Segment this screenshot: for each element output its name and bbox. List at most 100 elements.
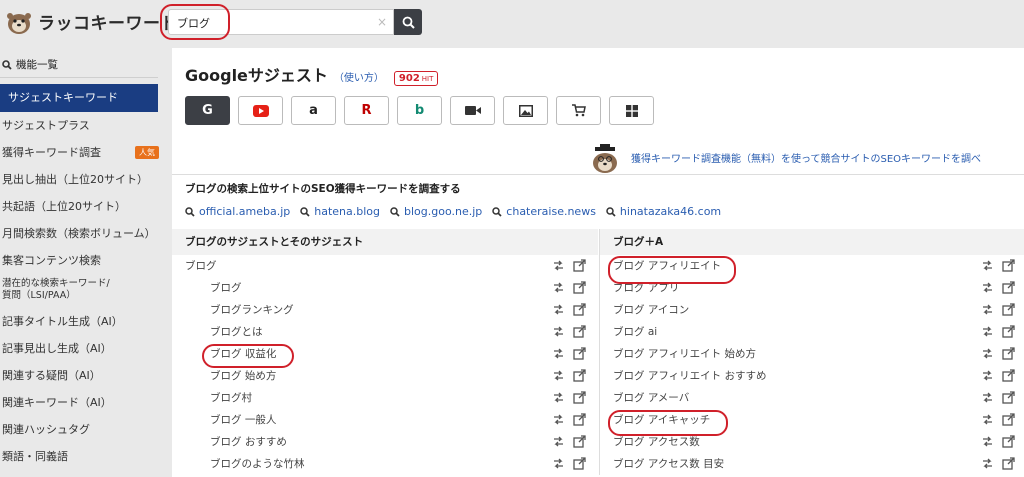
suggest-row[interactable]: ブログ アメーバ [600, 387, 1024, 409]
engine-bing[interactable]: b [397, 96, 442, 125]
expand-suggest-icon[interactable] [981, 325, 994, 338]
open-external-icon[interactable] [573, 259, 586, 272]
expand-suggest-icon[interactable] [552, 347, 565, 360]
suggest-row[interactable]: ブログとは [172, 321, 598, 343]
open-external-icon[interactable] [1002, 457, 1015, 470]
sidebar-item-synonyms[interactable]: 類語・同義語 [0, 443, 172, 470]
suggest-row[interactable]: ブログ [172, 255, 598, 277]
expand-suggest-icon[interactable] [981, 457, 994, 470]
open-external-icon[interactable] [573, 281, 586, 294]
expand-suggest-icon[interactable] [981, 303, 994, 316]
site-link[interactable]: chateraise.news [492, 205, 596, 218]
otter-mascot-icon [7, 13, 31, 34]
engine-rakuten[interactable]: R [344, 96, 389, 125]
suggest-keyword: ブログ [185, 260, 217, 272]
logo[interactable]: ラッコキーワード [0, 6, 178, 36]
promo-banner[interactable]: 獲得キーワード調査機能（無料）を使って競合サイトのSEOキーワードを調べ [587, 140, 981, 174]
search-button[interactable] [394, 9, 422, 35]
open-external-icon[interactable] [1002, 435, 1015, 448]
open-external-icon[interactable] [1002, 325, 1015, 338]
expand-suggest-icon[interactable] [552, 259, 565, 272]
suggest-row[interactable]: ブログ アフィリエイト 始め方 [600, 343, 1024, 365]
open-external-icon[interactable] [573, 303, 586, 316]
suggest-row[interactable]: ブログのような竹林 [172, 453, 598, 475]
sidebar-item-search-volume[interactable]: 月間検索数（検索ボリューム） [0, 220, 172, 247]
suggest-row[interactable]: ブログ アフィリエイト [600, 255, 1024, 277]
suggest-row[interactable]: ブログ アイキャッチ [600, 409, 1024, 431]
sidebar-item-label: サジェストプラス [2, 119, 90, 132]
usage-link[interactable]: （使い方） [334, 69, 384, 84]
expand-suggest-icon[interactable] [552, 369, 565, 382]
expand-suggest-icon[interactable] [981, 281, 994, 294]
sidebar-item-content-search[interactable]: 集客コンテンツ検索 [0, 247, 172, 274]
open-external-icon[interactable] [573, 413, 586, 426]
sidebar-item-cooccurrence[interactable]: 共起語（上位20サイト） [0, 193, 172, 220]
expand-suggest-icon[interactable] [981, 259, 994, 272]
open-external-icon[interactable] [1002, 391, 1015, 404]
sidebar-item-heading-extract[interactable]: 見出し抽出（上位20サイト） [0, 166, 172, 193]
suggest-row[interactable]: ブログ アクセス数 [600, 431, 1024, 453]
open-external-icon[interactable] [573, 457, 586, 470]
engine-youtube[interactable] [238, 96, 283, 125]
engine-video[interactable] [450, 96, 495, 125]
open-external-icon[interactable] [1002, 369, 1015, 382]
suggest-row[interactable]: ブログ 一般人 [172, 409, 598, 431]
suggest-keyword: ブログ アイキャッチ [613, 414, 711, 426]
suggest-row[interactable]: ブログ アプリ [600, 277, 1024, 299]
expand-suggest-icon[interactable] [981, 347, 994, 360]
suggest-row[interactable]: ブログ [172, 277, 598, 299]
sidebar-item-suggest-plus[interactable]: サジェストプラス [0, 112, 172, 139]
sidebar-item-latent-keyword[interactable]: 潜在的な検索キーワード/質問（LSI/PAA） [0, 274, 172, 308]
expand-suggest-icon[interactable] [552, 413, 565, 426]
open-external-icon[interactable] [573, 369, 586, 382]
suggest-row[interactable]: ブログ アクセス数 目安 [600, 453, 1024, 475]
suggest-row[interactable]: ブログランキング [172, 299, 598, 321]
site-link[interactable]: hinatazaka46.com [606, 205, 721, 218]
engine-shopping[interactable] [556, 96, 601, 125]
suggest-row[interactable]: ブログ ai [600, 321, 1024, 343]
open-external-icon[interactable] [573, 325, 586, 338]
open-external-icon[interactable] [1002, 303, 1015, 316]
engine-google[interactable]: G [185, 96, 230, 125]
sidebar-item-acquired-keyword[interactable]: 獲得キーワード調査 人気 [0, 139, 172, 166]
suggest-row[interactable]: ブログ アイコン [600, 299, 1024, 321]
expand-suggest-icon[interactable] [981, 413, 994, 426]
expand-suggest-icon[interactable] [981, 369, 994, 382]
engine-image[interactable] [503, 96, 548, 125]
clear-icon[interactable]: × [377, 15, 387, 29]
open-external-icon[interactable] [573, 391, 586, 404]
expand-suggest-icon[interactable] [552, 457, 565, 470]
open-external-icon[interactable] [1002, 413, 1015, 426]
site-link[interactable]: hatena.blog [300, 205, 380, 218]
suggest-row[interactable]: ブログ 始め方 [172, 365, 598, 387]
open-external-icon[interactable] [1002, 281, 1015, 294]
suggest-keyword: ブログ アクセス数 目安 [613, 458, 725, 470]
expand-suggest-icon[interactable] [552, 325, 565, 338]
open-external-icon[interactable] [573, 347, 586, 360]
site-link[interactable]: blog.goo.ne.jp [390, 205, 482, 218]
sidebar-item-heading-gen[interactable]: 記事見出し生成（AI） [0, 335, 172, 362]
expand-suggest-icon[interactable] [552, 391, 565, 404]
sidebar-item-label: 共起語（上位20サイト） [2, 200, 126, 213]
suggest-row[interactable]: ブログ おすすめ [172, 431, 598, 453]
sidebar-item-suggest-keyword[interactable]: サジェストキーワード [0, 84, 158, 112]
suggest-row[interactable]: ブログ アフィリエイト おすすめ [600, 365, 1024, 387]
open-external-icon[interactable] [1002, 347, 1015, 360]
expand-suggest-icon[interactable] [552, 303, 565, 316]
suggest-row[interactable]: ブログ村 [172, 387, 598, 409]
open-external-icon[interactable] [573, 435, 586, 448]
sidebar-item-title-gen[interactable]: 記事タイトル生成（AI） [0, 308, 172, 335]
suggest-row[interactable]: ブログ 収益化 [172, 343, 598, 365]
engine-amazon[interactable]: a [291, 96, 336, 125]
sidebar-item-related-keywords[interactable]: 関連キーワード（AI） [0, 389, 172, 416]
expand-suggest-icon[interactable] [552, 435, 565, 448]
sidebar-item-hashtag[interactable]: 関連ハッシュタグ [0, 416, 172, 443]
expand-suggest-icon[interactable] [552, 281, 565, 294]
open-external-icon[interactable] [1002, 259, 1015, 272]
search-input[interactable] [169, 10, 369, 35]
site-link[interactable]: official.ameba.jp [185, 205, 290, 218]
engine-appstore[interactable] [609, 96, 654, 125]
expand-suggest-icon[interactable] [981, 435, 994, 448]
sidebar-item-related-questions[interactable]: 関連する疑問（AI） [0, 362, 172, 389]
expand-suggest-icon[interactable] [981, 391, 994, 404]
